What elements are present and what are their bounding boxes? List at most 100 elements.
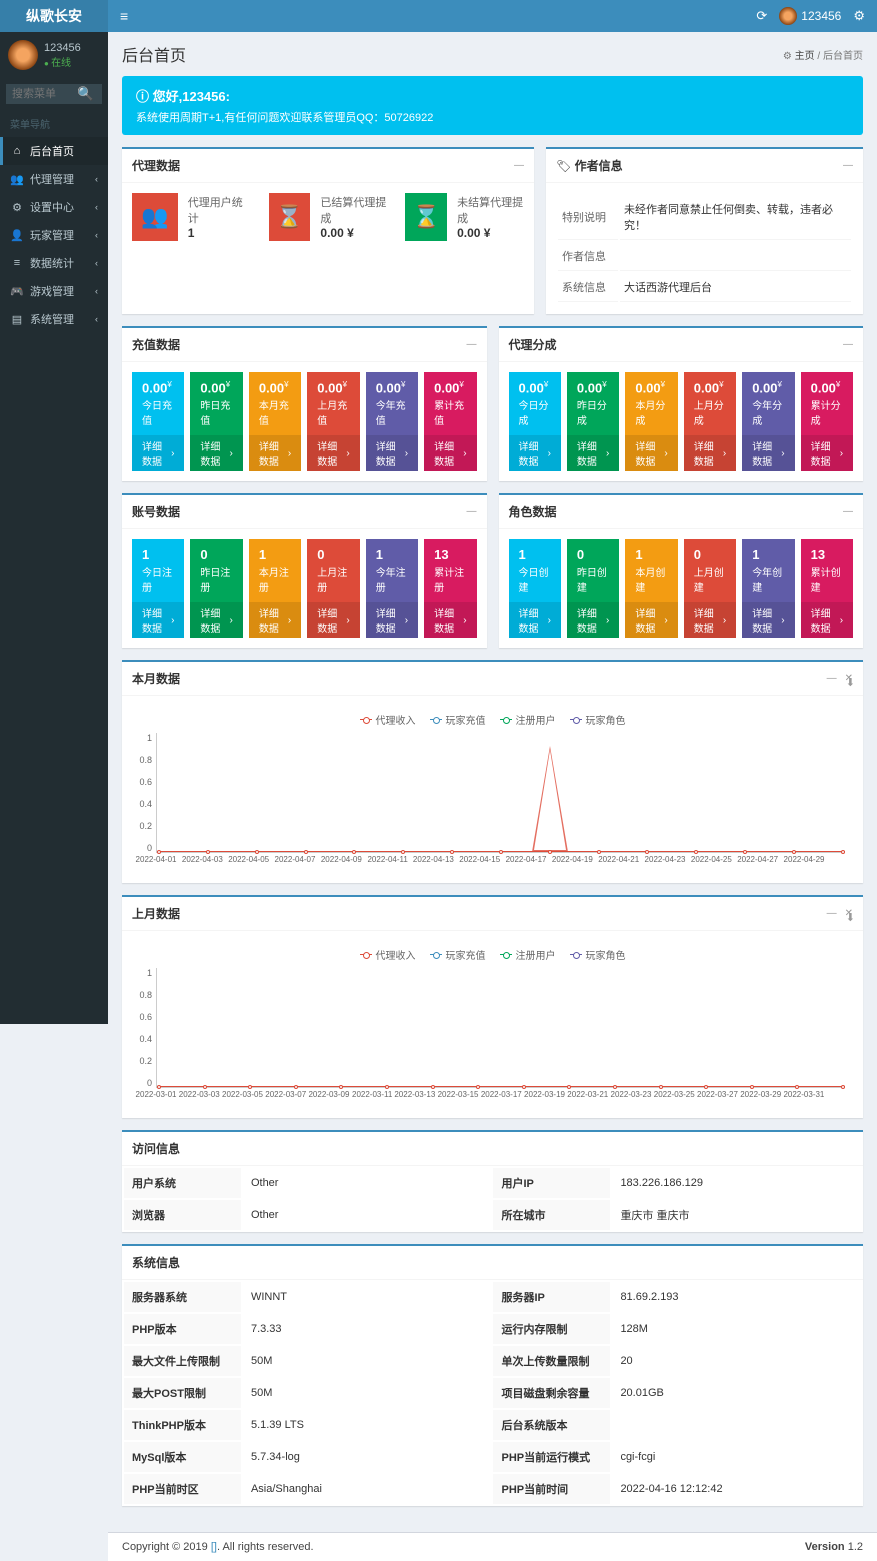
search-input[interactable] [6,84,69,104]
detail-link[interactable]: 详细数据› [366,435,418,471]
stat-box: 0.00¥ 本月充值 详细数据› [249,372,301,471]
sidebar-item[interactable]: ⚙ 设置中心 ‹ [0,193,108,221]
detail-link[interactable]: 详细数据› [625,435,677,471]
collapse-icon[interactable]: — [467,506,477,517]
stat-box: 0 上月注册 详细数据› [307,539,359,638]
collapse-icon[interactable]: — [827,908,837,919]
detail-link[interactable]: 详细数据› [625,602,677,638]
table-row: 用户系统Other 用户IP183.226.186.129 [124,1168,861,1198]
detail-link[interactable]: 详细数据› [249,602,301,638]
breadcrumb-current: 后台首页 [823,51,863,62]
detail-link[interactable]: 详细数据› [307,602,359,638]
detail-link[interactable]: 详细数据› [509,435,561,471]
sidebar-item[interactable]: 🎮 游戏管理 ‹ [0,277,108,305]
collapse-icon[interactable]: — [514,160,524,171]
arrow-right-icon: › [548,448,551,459]
detail-link[interactable]: 详细数据› [509,602,561,638]
menu-icon: 🎮 [10,285,24,298]
table-row: 最大文件上传限制50M 单次上传数量限制20 [124,1346,861,1376]
arrow-right-icon: › [840,615,843,626]
sidebar-item[interactable]: ▤ 系统管理 ‹ [0,305,108,333]
stat-box: 0 昨日注册 详细数据› [190,539,242,638]
collapse-icon[interactable]: — [827,673,837,684]
chevron-left-icon: ‹ [95,258,98,268]
table-row: ThinkPHP版本5.1.39 LTS 后台系统版本 [124,1410,861,1440]
detail-link[interactable]: 详细数据› [190,435,242,471]
stat-box: 0.00¥ 今年充值 详细数据› [366,372,418,471]
detail-link[interactable]: 详细数据› [190,602,242,638]
refresh-icon[interactable]: ⟳ [756,8,767,24]
sidebar-item[interactable]: ≡ 数据统计 ‹ [0,249,108,277]
collapse-icon[interactable]: — [467,339,477,350]
stat-box: 13 累计创建 详细数据› [801,539,853,638]
detail-link[interactable]: 详细数据› [424,602,476,638]
role-box: 角色数据— 1 今日创建 详细数据› 0 昨日创建 详细数据› 1 本月创建 详… [499,493,864,648]
detail-link[interactable]: 详细数据› [684,435,736,471]
arrow-right-icon: › [171,615,174,626]
detail-link[interactable]: 详细数据› [424,435,476,471]
menu-icon: 👥 [10,173,24,186]
sidebar-username: 123456 [44,42,81,54]
detail-link[interactable]: 详细数据› [366,602,418,638]
menu-icon: ⚙ [10,201,24,214]
stat-box: 0 上月创建 详细数据› [684,539,736,638]
stat-box: 0.00¥ 今日分成 详细数据› [509,372,561,471]
menu-icon: ⌂ [10,145,24,157]
author-info-box: 🏷 作者信息— 特别说明未经作者同意禁止任何倒卖、转载，违者必究！作者信息系统信… [546,147,863,314]
table-row: 服务器系统WINNT 服务器IP81.69.2.193 [124,1282,861,1312]
user-status: 在线 [44,54,81,69]
settings-icon[interactable]: ⚙ [853,8,865,24]
stat-box: 1 今年创建 详细数据› [742,539,794,638]
detail-link[interactable]: 详细数据› [249,435,301,471]
system-info-box: 系统信息 服务器系统WINNT 服务器IP81.69.2.193 PHP版本7.… [122,1244,863,1506]
avatar-icon [779,7,797,25]
detail-link[interactable]: 详细数据› [684,602,736,638]
avatar-icon [8,40,38,70]
table-row: 浏览器Other 所在城市重庆市 重庆市 [124,1200,861,1230]
page-title: 后台首页 [122,42,186,66]
search-button[interactable]: 🔍 [69,84,102,104]
breadcrumb-home[interactable]: 主页 [795,51,815,62]
sidebar-toggle-icon[interactable]: ≡ [108,8,140,24]
detail-link[interactable]: 详细数据› [567,602,619,638]
header-username: 123456 [801,9,841,23]
detail-link[interactable]: 详细数据› [801,435,853,471]
top-header: 纵歌长安 ≡ ⟳ 123456 ⚙ [0,0,877,32]
collapse-icon[interactable]: — [843,339,853,350]
detail-link[interactable]: 详细数据› [742,435,794,471]
detail-link[interactable]: 详细数据› [567,435,619,471]
chevron-left-icon: ‹ [95,286,98,296]
user-menu[interactable]: 123456 [779,7,841,25]
detail-link[interactable]: 详细数据› [801,602,853,638]
menu-label: 游戏管理 [30,283,74,299]
user-panel: 123456 在线 [0,32,108,78]
info-item: ⌛ 已结算代理提成0.00 ¥ [269,193,388,241]
arrow-right-icon: › [230,615,233,626]
logo[interactable]: 纵歌长安 [0,0,108,32]
breadcrumb: ⚙ 主页 / 后台首页 [783,47,863,62]
stat-box: 1 今日创建 详细数据› [509,539,561,638]
sidebar-item[interactable]: 👥 代理管理 ‹ [0,165,108,193]
arrow-right-icon: › [346,448,349,459]
arrow-right-icon: › [606,448,609,459]
sidebar-item[interactable]: 👤 玩家管理 ‹ [0,221,108,249]
sidebar-item[interactable]: ⌂ 后台首页 [0,137,108,165]
arrow-right-icon: › [781,448,784,459]
download-icon[interactable]: ⬇ [846,676,855,689]
collapse-icon[interactable]: — [843,506,853,517]
collapse-icon[interactable]: — [843,160,853,171]
download-icon[interactable]: ⬇ [846,911,855,924]
stat-box: 0.00¥ 上月充值 详细数据› [307,372,359,471]
arrow-right-icon: › [230,448,233,459]
arrow-right-icon: › [171,448,174,459]
detail-link[interactable]: 详细数据› [132,435,184,471]
arrow-right-icon: › [664,448,667,459]
menu-icon: ▤ [10,313,24,326]
arrow-right-icon: › [405,448,408,459]
stat-box: 0 昨日创建 详细数据› [567,539,619,638]
detail-link[interactable]: 详细数据› [307,435,359,471]
arrow-right-icon: › [723,615,726,626]
detail-link[interactable]: 详细数据› [132,602,184,638]
detail-link[interactable]: 详细数据› [742,602,794,638]
agent-data-box: 代理数据— 👥 代理用户统计1 ⌛ 已结算代理提成0.00 ¥ ⌛ 未结算代理提… [122,147,534,314]
